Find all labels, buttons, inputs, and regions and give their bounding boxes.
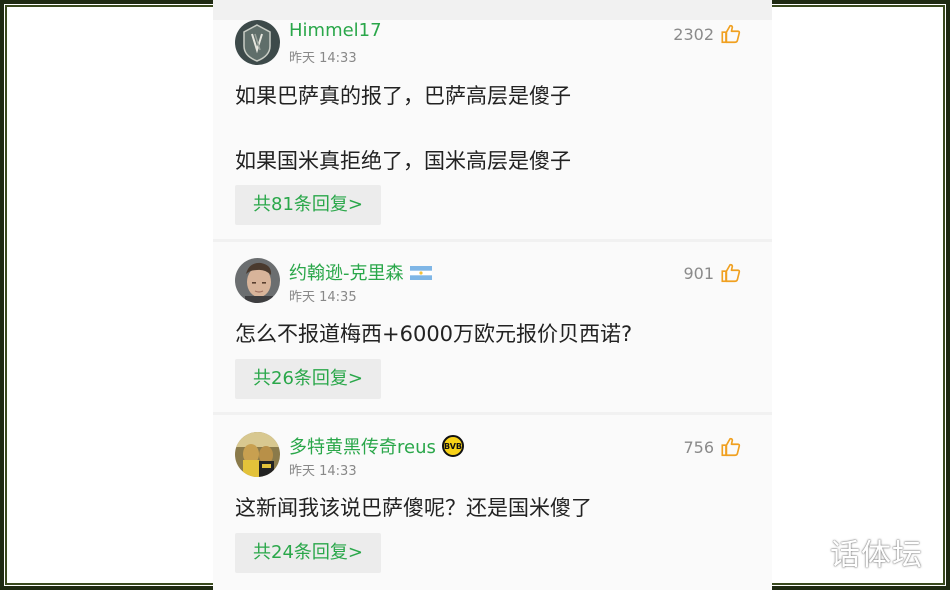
comment-text: 如果巴萨真的报了，巴萨高层是傻子 [235, 84, 571, 108]
timestamp: 昨天 14:33 [289, 464, 357, 479]
comment-card: 多特黄黑传奇reus BVB 昨天 14:33 756 这新闻我该说巴萨傻呢？还是… [213, 415, 772, 590]
comment-text: 这新闻我该说巴萨傻呢？还是国米傻了 [235, 496, 592, 520]
thumbs-up-icon[interactable] [720, 436, 742, 458]
comment-feed: Himmel17 昨天 14:33 2302 如果巴萨真的报了，巴萨高层是傻子 … [213, 0, 772, 590]
view-replies-button[interactable]: 共81条回复> [235, 185, 381, 225]
avatar[interactable] [235, 432, 280, 477]
avatar[interactable] [235, 20, 280, 65]
comment-text: 怎么不报道梅西+6000万欧元报价贝西诺? [235, 322, 633, 346]
argentina-flag-icon [409, 264, 432, 285]
comment-card: Himmel17 昨天 14:33 2302 如果巴萨真的报了，巴萨高层是傻子 … [213, 20, 772, 239]
avatar[interactable] [235, 258, 280, 303]
comment-card: 约翰逊-克里森 昨天 14:35 901 怎么不报道梅西+6000万欧元报价贝西… [213, 242, 772, 412]
bvb-logo-icon: BVB [441, 434, 464, 462]
thumbs-up-icon[interactable] [720, 262, 742, 284]
username[interactable]: 多特黄黑传奇reus BVB [289, 433, 464, 462]
like-count: 2302 [673, 25, 714, 44]
username-text: 多特黄黑传奇reus [289, 437, 436, 458]
username[interactable]: 约翰逊-克里森 [289, 259, 432, 285]
watermark: 话体坛 [830, 538, 923, 573]
svg-text:BVB: BVB [444, 442, 462, 451]
username-text: 约翰逊-克里森 [289, 263, 404, 284]
timestamp: 昨天 14:33 [289, 51, 357, 66]
view-replies-button[interactable]: 共26条回复> [235, 359, 381, 399]
comment-text: 如果国米真拒绝了，国米高层是傻子 [235, 149, 571, 173]
timestamp: 昨天 14:35 [289, 290, 357, 305]
view-replies-button[interactable]: 共24条回复> [235, 533, 381, 573]
username[interactable]: Himmel17 [289, 20, 382, 41]
like-count: 756 [683, 438, 714, 457]
thumbs-up-icon[interactable] [720, 23, 742, 45]
like-count: 901 [683, 264, 714, 283]
